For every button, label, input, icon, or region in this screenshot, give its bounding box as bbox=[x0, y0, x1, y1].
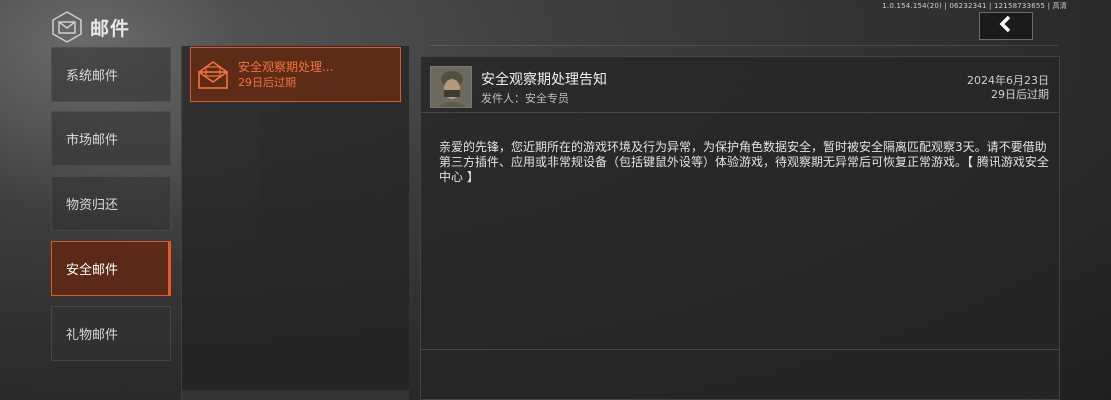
back-button[interactable] bbox=[979, 12, 1033, 40]
sidebar-item-gift[interactable]: 礼物邮件 bbox=[51, 306, 171, 361]
mail-detail: 安全观察期处理告知 发件人：安全专员 2024年6月23日 29日后过期 亲爱的… bbox=[420, 56, 1060, 400]
mail-title: 安全观察期处理告知 bbox=[481, 72, 607, 88]
page-header: 邮件 bbox=[50, 10, 130, 44]
sidebar-item-market[interactable]: 市场邮件 bbox=[51, 111, 171, 166]
sidebar-item-label: 礼物邮件 bbox=[66, 328, 119, 343]
sidebar-item-label: 市场邮件 bbox=[66, 133, 119, 148]
sidebar-item-security[interactable]: 安全邮件 bbox=[51, 241, 171, 296]
list-footer bbox=[181, 390, 409, 400]
mail-emblem-icon bbox=[50, 10, 84, 44]
mail-list-item[interactable]: 安全观察期处理... 29日后过期 bbox=[190, 47, 401, 102]
sidebar-item-label: 安全邮件 bbox=[66, 263, 119, 278]
mail-expiry-detail: 29日后过期 bbox=[991, 88, 1049, 101]
mail-detail-header: 安全观察期处理告知 发件人：安全专员 2024年6月23日 29日后过期 bbox=[421, 57, 1059, 113]
mail-expiry: 29日后过期 bbox=[238, 75, 296, 89]
build-info: 1.0.154.154(20) | 06232341 | 12158733655… bbox=[882, 2, 1067, 10]
avatar bbox=[430, 66, 472, 108]
page-title: 邮件 bbox=[90, 17, 131, 40]
sidebar-item-label: 系统邮件 bbox=[66, 69, 119, 84]
mail-subject: 安全观察期处理... bbox=[238, 59, 334, 74]
mail-sender: 发件人：安全专员 bbox=[481, 92, 569, 105]
divider bbox=[430, 45, 1058, 46]
mail-body: 亲爱的先锋，您近期所在的游戏环境及行为异常，为保护角色数据安全，暂时被安全隔离匹… bbox=[439, 140, 1049, 184]
sidebar-item-label: 物资归还 bbox=[66, 198, 119, 213]
envelope-icon bbox=[196, 58, 230, 92]
sidebar-item-returns[interactable]: 物资归还 bbox=[51, 176, 171, 231]
sidebar-item-system[interactable]: 系统邮件 bbox=[51, 47, 171, 102]
divider bbox=[421, 349, 1059, 350]
chevron-left-icon bbox=[997, 15, 1015, 37]
